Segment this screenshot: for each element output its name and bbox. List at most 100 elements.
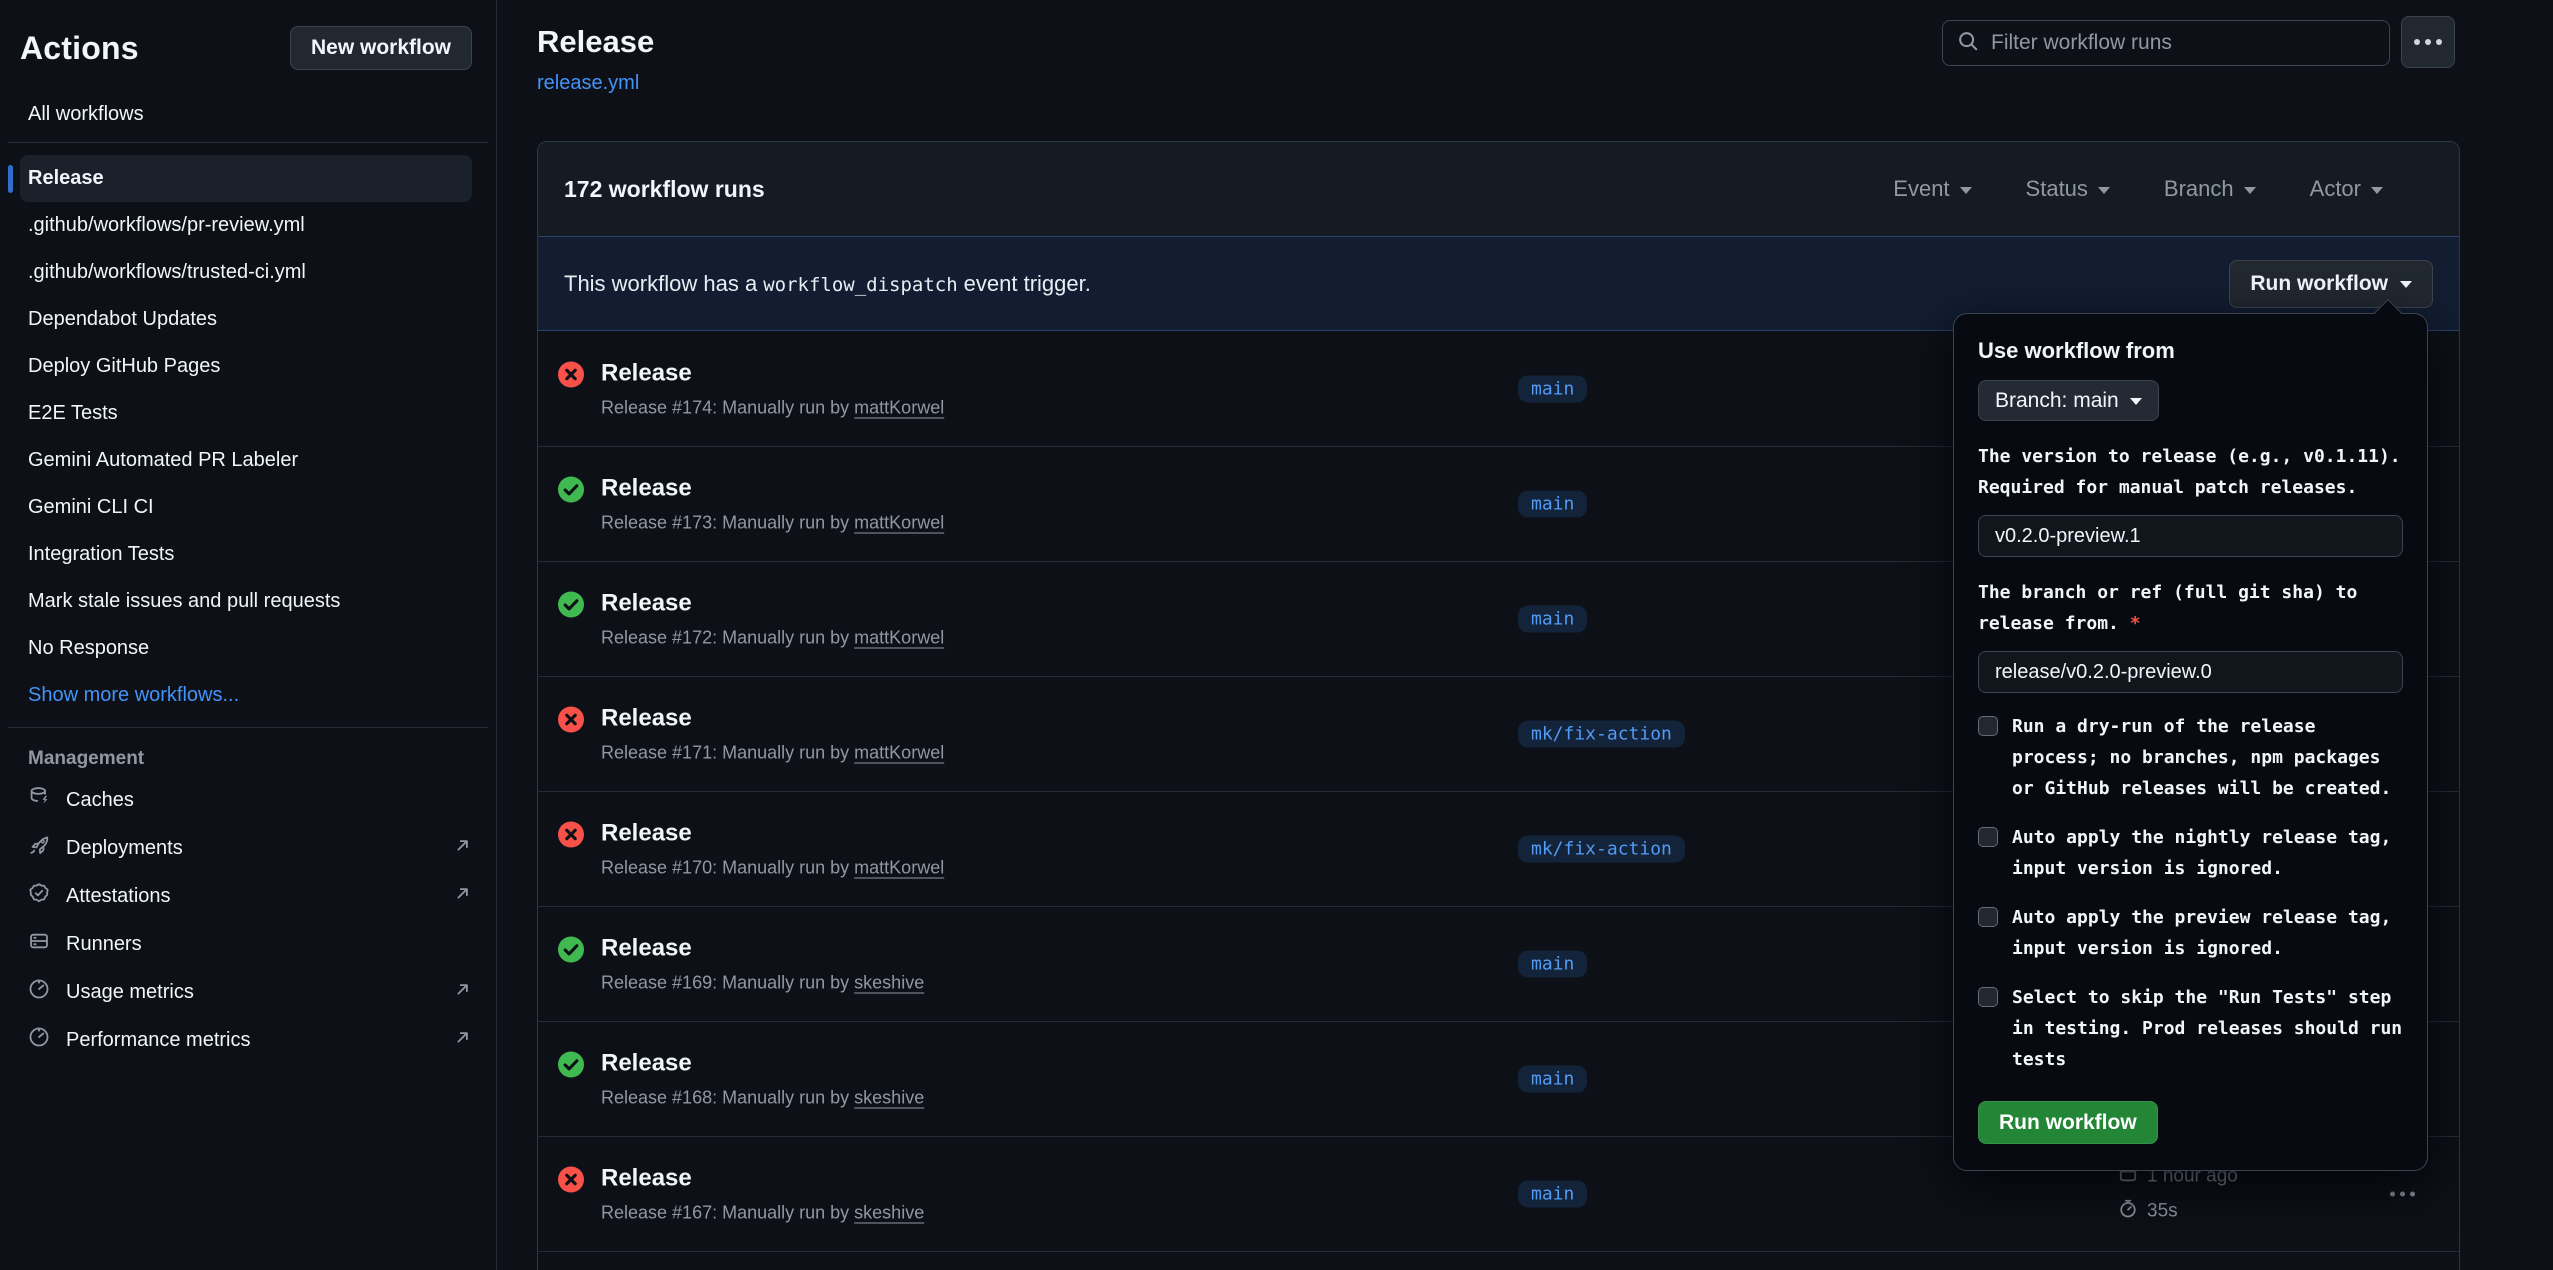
run-description: Release #174: Manually run by mattKorwel [601, 397, 944, 418]
branch-pill[interactable]: main [1518, 1181, 1587, 1208]
filter-event[interactable]: Event [1893, 176, 1971, 202]
option-checkbox[interactable] [1978, 827, 1998, 847]
dispatch-options: Run a dry-run of the release process; no… [1978, 711, 2403, 1075]
chevron-down-icon [1960, 187, 1972, 200]
filter-status[interactable]: Status [2026, 176, 2110, 202]
run-actor-link[interactable]: skeshive [854, 973, 924, 993]
chevron-down-icon [2371, 187, 2383, 200]
dispatch-option-row: Auto apply the preview release tag, inpu… [1978, 902, 2403, 964]
option-label: Auto apply the preview release tag, inpu… [2012, 902, 2403, 964]
sidebar-item-caches[interactable]: Caches [28, 776, 472, 824]
sidebar-item-workflow[interactable]: Mark stale issues and pull requests [20, 578, 472, 625]
run-title-link[interactable]: Release [601, 359, 944, 387]
branch-pill[interactable]: main [1518, 1066, 1587, 1093]
ref-input[interactable] [1978, 651, 2403, 693]
runs-count: 172 workflow runs [564, 176, 765, 203]
cache-icon [28, 786, 50, 814]
run-actor-link[interactable]: mattKorwel [854, 858, 944, 878]
chevron-down-icon [2244, 187, 2256, 200]
run-workflow-dropdown-button[interactable]: Run workflow [2229, 260, 2433, 308]
failure-x-icon [558, 361, 584, 387]
sidebar-item-workflow[interactable]: Release [20, 155, 472, 202]
run-kebab-button[interactable] [2382, 1184, 2423, 1205]
run-description: Release #169: Manually run by skeshive [601, 973, 924, 994]
sidebar-item-workflow[interactable]: Gemini Automated PR Labeler [20, 437, 472, 484]
run-description: Release #170: Manually run by mattKorwel [601, 858, 944, 879]
show-more-workflows-link[interactable]: Show more workflows... [20, 672, 472, 719]
sidebar-title: Actions [20, 30, 139, 67]
run-actor-link[interactable]: skeshive [854, 1203, 924, 1223]
gauge-icon [28, 1026, 50, 1054]
sidebar-item-performance-metrics[interactable]: Performance metrics [28, 1016, 472, 1064]
filter-branch[interactable]: Branch [2164, 176, 2256, 202]
run-title-link[interactable]: Release [601, 475, 944, 503]
run-title-link[interactable]: Release [601, 820, 944, 848]
page-title: Release [537, 24, 654, 60]
run-title-link[interactable]: Release [601, 1165, 924, 1193]
option-label: Run a dry-run of the release process; no… [2012, 711, 2403, 804]
rocket-icon [28, 834, 50, 862]
stopwatch-icon [2118, 1199, 2138, 1225]
success-check-icon [558, 1052, 584, 1078]
sidebar-divider [8, 727, 488, 728]
success-check-icon [558, 937, 584, 963]
search-input[interactable] [1991, 31, 2375, 55]
run-duration: 35s [2147, 1201, 2178, 1223]
run-description: Release #168: Manually run by skeshive [601, 1088, 924, 1109]
run-description: Release #172: Manually run by mattKorwel [601, 628, 944, 649]
dispatch-option-row: Select to skip the "Run Tests" step in t… [1978, 982, 2403, 1075]
sidebar-item-workflow[interactable]: Deploy GitHub Pages [20, 343, 472, 390]
workflow-file-link[interactable]: release.yml [537, 72, 639, 95]
branch-pill[interactable]: main [1518, 375, 1587, 402]
run-title-link[interactable]: Release [601, 1050, 924, 1078]
branch-selector-button[interactable]: Branch: main [1978, 380, 2159, 421]
branch-pill[interactable]: mk/fix-action [1518, 836, 1685, 863]
sidebar-item-label: Runners [66, 933, 472, 956]
sidebar-item-all-workflows[interactable]: All workflows [0, 94, 496, 134]
sidebar-item-workflow[interactable]: Dependabot Updates [20, 296, 472, 343]
workflow-options-kebab-button[interactable] [2401, 16, 2455, 68]
arrow-up-right-icon [453, 884, 472, 909]
sidebar-item-workflow[interactable]: .github/workflows/pr-review.yml [20, 202, 472, 249]
sidebar-item-workflow[interactable]: Gemini CLI CI [20, 484, 472, 531]
sidebar-item-usage-metrics[interactable]: Usage metrics [28, 968, 472, 1016]
run-title-link[interactable]: Release [601, 590, 944, 618]
branch-pill[interactable]: main [1518, 491, 1587, 518]
sidebar-item-workflow[interactable]: Integration Tests [20, 531, 472, 578]
option-checkbox[interactable] [1978, 907, 1998, 927]
option-checkbox[interactable] [1978, 987, 1998, 1007]
run-workflow-submit-button[interactable]: Run workflow [1978, 1101, 2158, 1144]
run-actor-link[interactable]: mattKorwel [854, 743, 944, 763]
sidebar-item-deployments[interactable]: Deployments [28, 824, 472, 872]
sidebar-item-workflow[interactable]: No Response [20, 625, 472, 672]
server-icon [28, 930, 50, 958]
search-icon [1957, 30, 1979, 57]
banner-text: This workflow has aworkflow_dispatcheven… [564, 271, 1091, 297]
run-actor-link[interactable]: mattKorwel [854, 513, 944, 533]
run-actor-link[interactable]: mattKorwel [854, 628, 944, 648]
sidebar-item-workflow[interactable]: E2E Tests [20, 390, 472, 437]
version-input[interactable] [1978, 515, 2403, 557]
filter-actor[interactable]: Actor [2310, 176, 2383, 202]
sidebar-item-workflow[interactable]: .github/workflows/trusted-ci.yml [20, 249, 472, 296]
run-filters: Event Status Branch Actor [1893, 176, 2383, 202]
run-actor-link[interactable]: mattKorwel [854, 397, 944, 417]
version-field-label: The version to release (e.g., v0.1.11). … [1978, 441, 2403, 503]
filter-runs-search [1942, 20, 2390, 66]
branch-pill[interactable]: main [1518, 951, 1587, 978]
run-title-link[interactable]: Release [601, 705, 944, 733]
run-actor-link[interactable]: skeshive [854, 1088, 924, 1108]
branch-pill[interactable]: main [1518, 606, 1587, 633]
sidebar-item-attestations[interactable]: Attestations [28, 872, 472, 920]
run-title-link[interactable]: Release [601, 935, 924, 963]
arrow-up-right-icon [453, 980, 472, 1005]
partial-run-row [538, 1251, 2459, 1270]
branch-pill[interactable]: mk/fix-action [1518, 721, 1685, 748]
run-description: Release #171: Manually run by mattKorwel [601, 743, 944, 764]
sidebar-item-runners[interactable]: Runners [28, 920, 472, 968]
management-heading: Management [0, 748, 496, 770]
option-checkbox[interactable] [1978, 716, 1998, 736]
sidebar-item-label: Attestations [66, 885, 437, 908]
new-workflow-button[interactable]: New workflow [290, 26, 472, 70]
run-description: Release #173: Manually run by mattKorwel [601, 513, 944, 534]
